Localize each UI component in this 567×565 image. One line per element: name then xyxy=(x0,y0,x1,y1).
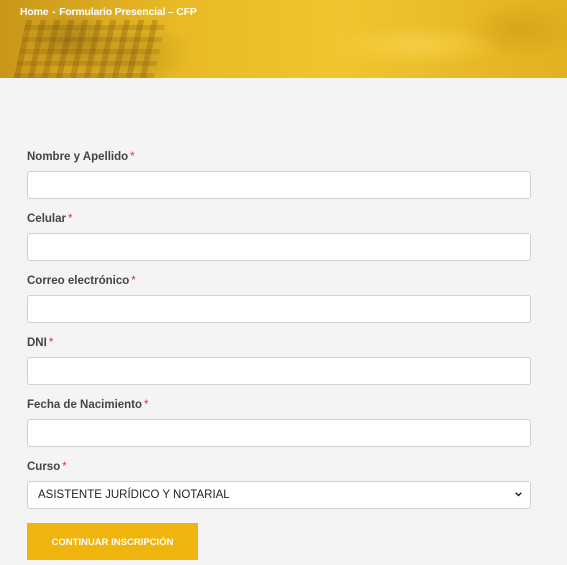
registration-form: Nombre y Apellido * Celular * Correo elect… xyxy=(27,150,531,560)
required-marker: * xyxy=(144,399,149,411)
required-marker: * xyxy=(62,461,67,473)
fecha-nacimiento-label: Fecha de Nacimiento * xyxy=(27,398,531,412)
curso-label-text: Curso xyxy=(27,461,61,473)
continuar-inscripcion-button[interactable]: CONTINUAR INSCRIPCIÓN xyxy=(27,523,198,560)
breadcrumb-separator: - xyxy=(52,6,56,18)
fecha-nacimiento-input[interactable] xyxy=(27,419,531,447)
field-correo: Correo electrónico * xyxy=(27,274,531,323)
field-fecha-nacimiento: Fecha de Nacimiento * xyxy=(27,398,531,447)
curso-selected-value: ASISTENTE JURÍDICO Y NOTARIAL xyxy=(38,489,230,501)
required-marker: * xyxy=(130,151,135,163)
nombre-apellido-label-text: Nombre y Apellido xyxy=(27,151,129,163)
dni-input[interactable] xyxy=(27,357,531,385)
curso-select[interactable]: ASISTENTE JURÍDICO Y NOTARIAL xyxy=(27,481,531,509)
banner-decoration xyxy=(13,20,167,78)
nombre-apellido-label: Nombre y Apellido * xyxy=(27,150,531,164)
correo-input[interactable] xyxy=(27,295,531,323)
field-celular: Celular * xyxy=(27,212,531,261)
nombre-apellido-input[interactable] xyxy=(27,171,531,199)
correo-label-text: Correo electrónico xyxy=(27,275,130,287)
dni-label: DNI * xyxy=(27,336,531,350)
chevron-down-icon xyxy=(515,492,522,497)
page-header-banner: Home - Formulario Presencial – CFP xyxy=(0,0,567,78)
celular-input[interactable] xyxy=(27,233,531,261)
dni-label-text: DNI xyxy=(27,337,47,349)
field-nombre-apellido: Nombre y Apellido * xyxy=(27,150,531,199)
required-marker: * xyxy=(48,337,54,349)
required-marker: * xyxy=(131,275,136,287)
fecha-nacimiento-label-text: Fecha de Nacimiento xyxy=(27,399,143,411)
celular-label-text: Celular xyxy=(27,213,66,225)
curso-label: Curso * xyxy=(27,460,531,474)
breadcrumb-home-link[interactable]: Home xyxy=(20,6,49,18)
breadcrumb: Home - Formulario Presencial – CFP xyxy=(20,6,197,18)
breadcrumb-current-page: Formulario Presencial – CFP xyxy=(59,6,197,18)
correo-label: Correo electrónico * xyxy=(27,274,531,288)
field-dni: DNI * xyxy=(27,336,531,385)
required-marker: * xyxy=(68,213,73,225)
field-curso: Curso * ASISTENTE JURÍDICO Y NOTARIAL xyxy=(27,460,531,509)
celular-label: Celular * xyxy=(27,212,531,226)
